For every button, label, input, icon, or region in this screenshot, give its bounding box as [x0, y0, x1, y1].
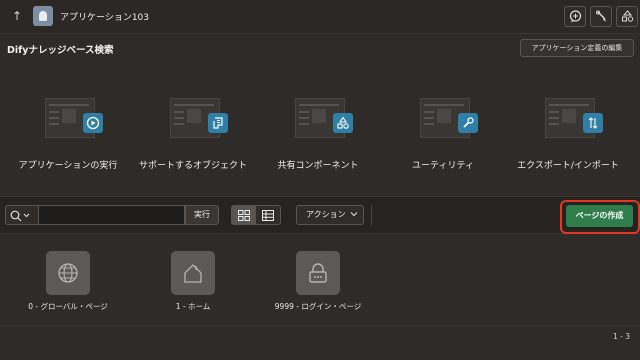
tile-label: サポートするオブジェクト: [138, 161, 247, 171]
up-down-arrows-icon: [583, 113, 603, 133]
shapes-button[interactable]: [616, 6, 638, 27]
arrow-up-icon[interactable]: ↑: [10, 8, 24, 24]
tile-shared-components[interactable]: 共有コンポーネント: [255, 92, 381, 182]
create-page-button[interactable]: ページの作成: [566, 205, 633, 227]
globe-icon: [58, 263, 78, 283]
tile-utilities[interactable]: ユーティリティ: [380, 92, 506, 182]
tile-export-import[interactable]: エクスポート/インポート: [505, 92, 631, 182]
search-type-selector[interactable]: [5, 205, 39, 225]
page-icon-box: [296, 251, 340, 295]
chat-button[interactable]: [564, 6, 586, 27]
page-icon-box: [171, 251, 215, 295]
search-icon: [10, 210, 30, 222]
tile-supporting-objects[interactable]: サポートするオブジェクト: [130, 92, 256, 182]
top-bar: ↑ アプリケーション103: [0, 0, 640, 34]
ghost-app-icon: [33, 6, 53, 26]
page-card-global[interactable]: 0 - グローバル・ページ: [8, 251, 128, 317]
document-icon: [208, 113, 228, 133]
toolbar-divider: [371, 205, 372, 225]
search-input[interactable]: [39, 205, 185, 225]
chevron-down-icon: [350, 212, 358, 217]
tile-label: エクスポート/インポート: [517, 161, 619, 171]
footer-divider: [0, 325, 640, 326]
tile-label: 共有コンポーネント: [277, 161, 359, 171]
page-label: 0 - グローバル・ページ: [28, 302, 108, 311]
brush-icon: [596, 10, 607, 22]
page-header: Difyナレッジベース検索 アプリケーション定義の編集: [0, 35, 640, 61]
page-label: 9999 - ログイン・ページ: [274, 302, 362, 311]
edit-application-button[interactable]: アプリケーション定義の編集: [520, 39, 634, 57]
go-button[interactable]: 実行: [185, 205, 219, 225]
page-label: 1 - ホーム: [175, 302, 211, 311]
wrench-icon: [458, 113, 478, 133]
home-icon: [184, 264, 202, 283]
grid-icon: [238, 210, 250, 221]
page-title: Difyナレッジベース検索: [7, 45, 114, 56]
report-view-button[interactable]: [256, 205, 281, 225]
play-icon: [83, 113, 103, 133]
shapes-icon: [333, 113, 353, 133]
lock-icon: [309, 263, 327, 283]
table-icon: [262, 210, 274, 221]
page-card-home[interactable]: 1 - ホーム: [133, 251, 253, 317]
search-toolbar: 実行 アクション: [0, 196, 640, 234]
pagination-info: 1 - 3: [612, 332, 630, 341]
actions-menu-button[interactable]: アクション: [296, 205, 364, 225]
page-icon-box: [46, 251, 90, 295]
chat-icon: [569, 10, 582, 23]
brush-button[interactable]: [590, 6, 612, 27]
tile-run-application[interactable]: アプリケーションの実行: [5, 92, 131, 182]
shapes-icon: [622, 10, 634, 22]
app-title[interactable]: アプリケーション103: [60, 10, 149, 23]
tile-label: アプリケーションの実行: [18, 161, 118, 171]
page-card-login[interactable]: 9999 - ログイン・ページ: [258, 251, 378, 317]
tile-label: ユーティリティ: [412, 161, 474, 171]
actions-label: アクション: [306, 210, 346, 219]
icon-view-button[interactable]: [231, 205, 256, 225]
